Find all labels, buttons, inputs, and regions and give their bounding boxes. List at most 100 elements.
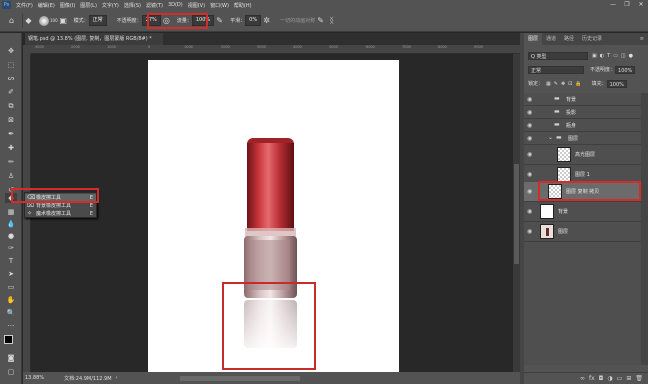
menu-filter[interactable]: 滤镜(T) bbox=[146, 2, 163, 9]
menu-view[interactable]: 视图(V) bbox=[188, 2, 205, 9]
move-tool-icon[interactable]: ✥ bbox=[5, 46, 17, 56]
fill-field[interactable]: 100% bbox=[606, 79, 627, 88]
panel-menu-icon[interactable]: ≡ bbox=[636, 33, 648, 45]
marquee-tool-icon[interactable]: ⬚ bbox=[5, 60, 17, 70]
vertical-scrollbar[interactable] bbox=[513, 54, 520, 372]
layer-filter-select[interactable]: Q 类型 bbox=[528, 51, 588, 60]
minimize-button[interactable]: — bbox=[606, 0, 620, 10]
layer-row[interactable]: ◉ ▬ 瓶身 bbox=[524, 119, 641, 132]
type-tool-icon[interactable]: T bbox=[5, 256, 17, 266]
fx-icon[interactable]: fx bbox=[589, 375, 595, 382]
filter-pixel-icon[interactable]: ▣ bbox=[592, 53, 597, 59]
blend-mode-select[interactable]: 正常 bbox=[528, 65, 584, 74]
stamp-tool-icon[interactable]: ♙ bbox=[5, 171, 17, 181]
crop-tool-icon[interactable]: ⧉ bbox=[5, 101, 17, 111]
scroll-thumb[interactable] bbox=[514, 164, 519, 264]
chevron-down-icon[interactable]: ⌄ bbox=[548, 134, 553, 141]
gear-icon[interactable]: ✲ bbox=[261, 15, 272, 26]
menu-layer[interactable]: 图层(L) bbox=[80, 2, 97, 9]
home-icon[interactable]: ⌂ bbox=[6, 15, 17, 26]
screen-mode-icon[interactable]: ▢ bbox=[5, 367, 17, 377]
new-layer-icon[interactable]: ⊞ bbox=[626, 375, 631, 382]
foreground-color-swatch[interactable] bbox=[4, 335, 13, 344]
add-mask-icon[interactable]: ◘ bbox=[599, 375, 604, 382]
panel-opacity-field[interactable]: 100% bbox=[615, 65, 636, 74]
pressure-size-icon[interactable]: ✎ bbox=[315, 15, 326, 26]
smoothing-field[interactable]: 0% bbox=[245, 15, 262, 26]
shape-tool-icon[interactable]: ▭ bbox=[5, 282, 17, 292]
mode-select[interactable]: 正常 bbox=[88, 15, 107, 26]
hand-tool-icon[interactable]: ✋ bbox=[5, 295, 17, 305]
eraser-tool-preset-icon[interactable]: ◆ bbox=[23, 15, 34, 26]
layer-group-row[interactable]: ◉ ⌄ ▬ 图层 bbox=[524, 132, 641, 145]
layer-row[interactable]: ◉ 背景 bbox=[524, 202, 641, 222]
visibility-eye-icon[interactable]: ◉ bbox=[527, 188, 535, 196]
visibility-eye-icon[interactable]: ◉ bbox=[527, 135, 535, 143]
eyedropper-tool-icon[interactable]: ✒ bbox=[5, 129, 17, 139]
link-layers-icon[interactable]: ∞ bbox=[580, 375, 585, 382]
visibility-eye-icon[interactable]: ◉ bbox=[527, 122, 535, 130]
status-arrow-icon[interactable]: › bbox=[116, 375, 118, 381]
zoom-tool-icon[interactable]: 🔍 bbox=[5, 308, 17, 318]
flyout-item-magic-eraser[interactable]: ✧ 魔术橡皮擦工具 E bbox=[25, 210, 96, 218]
trash-icon[interactable]: 🗑 bbox=[635, 375, 643, 382]
zoom-level[interactable]: 13.88% bbox=[25, 375, 44, 381]
menu-type[interactable]: 文字(Y) bbox=[102, 2, 119, 9]
gradient-tool-icon[interactable]: ▦ bbox=[5, 207, 17, 217]
visibility-eye-icon[interactable]: ◉ bbox=[527, 151, 535, 159]
visibility-eye-icon[interactable]: ◉ bbox=[527, 96, 535, 104]
butterfly-icon[interactable]: ᛝ bbox=[326, 15, 337, 26]
pen-tool-icon[interactable]: ✑ bbox=[5, 243, 17, 253]
menu-help[interactable]: 帮助(H) bbox=[234, 2, 252, 9]
lock-pixels-icon[interactable]: ▦ bbox=[546, 81, 551, 87]
brush-tool-icon[interactable]: ✏ bbox=[5, 157, 17, 167]
lock-artboard-icon[interactable]: ⊡ bbox=[568, 81, 572, 87]
layers-scrollbar[interactable] bbox=[641, 93, 648, 365]
close-button[interactable]: ✕ bbox=[634, 0, 648, 10]
path-select-tool-icon[interactable]: ➤ bbox=[5, 269, 17, 279]
visibility-eye-icon[interactable]: ◉ bbox=[527, 228, 535, 236]
visibility-eye-icon[interactable]: ◉ bbox=[527, 109, 535, 117]
lock-all-icon[interactable]: 🔒 bbox=[575, 81, 581, 87]
more-tools-icon[interactable]: ··· bbox=[5, 321, 17, 331]
filter-smart-icon[interactable]: ◫ bbox=[621, 53, 626, 59]
menu-select[interactable]: 选择(S) bbox=[124, 2, 141, 9]
tab-paths[interactable]: 路径 bbox=[560, 33, 578, 45]
lock-paint-icon[interactable]: ✎ bbox=[554, 81, 558, 87]
filter-toggle-icon[interactable]: ● bbox=[629, 53, 633, 59]
blur-tool-icon[interactable]: 💧 bbox=[5, 219, 17, 229]
layer-row[interactable]: ◉ ▬ 投影 bbox=[524, 106, 641, 119]
menu-3d[interactable]: 3D(D) bbox=[168, 2, 183, 8]
healing-tool-icon[interactable]: ✚ bbox=[5, 143, 17, 153]
lock-position-icon[interactable]: ✥ bbox=[561, 81, 565, 87]
new-group-icon[interactable]: ▭ bbox=[617, 375, 623, 382]
flyout-item-background-eraser[interactable]: ⌧ 背景橡皮擦工具 E bbox=[25, 202, 96, 210]
menu-file[interactable]: 文件(F) bbox=[16, 2, 33, 9]
visibility-eye-icon[interactable]: ◉ bbox=[527, 208, 535, 216]
dodge-tool-icon[interactable]: ● bbox=[5, 231, 17, 241]
filter-shape-icon[interactable]: ▭ bbox=[613, 53, 618, 59]
layer-row[interactable]: ◉ ▬ 背景 bbox=[524, 93, 641, 106]
maximize-button[interactable]: ❐ bbox=[620, 0, 634, 10]
airbrush-icon[interactable]: ✎ bbox=[214, 15, 225, 26]
brush-size-picker[interactable]: 100 bbox=[39, 14, 58, 27]
menu-image[interactable]: 图像(I) bbox=[60, 2, 75, 9]
menu-edit[interactable]: 编辑(E) bbox=[38, 2, 55, 9]
adjustment-layer-icon[interactable]: ◑ bbox=[607, 375, 612, 382]
brush-panel-icon[interactable]: ▣ bbox=[58, 15, 69, 26]
visibility-eye-icon[interactable]: ◉ bbox=[527, 171, 535, 179]
filter-adjust-icon[interactable]: ◐ bbox=[600, 53, 604, 59]
menu-window[interactable]: 窗口(W) bbox=[210, 2, 229, 9]
document-tab[interactable]: 钢笔.psd @ 13.8% (图层, 复制，图层蒙版 RGB/8#) * bbox=[25, 33, 163, 45]
filter-type-icon[interactable]: T bbox=[607, 53, 610, 59]
tab-layers[interactable]: 图层 bbox=[524, 33, 543, 45]
quick-mask-icon[interactable]: ◙ bbox=[5, 353, 17, 363]
lasso-tool-icon[interactable]: ᔕ bbox=[5, 73, 17, 83]
quick-select-tool-icon[interactable]: ✐ bbox=[5, 87, 17, 97]
frame-tool-icon[interactable]: ⊠ bbox=[5, 115, 17, 125]
layer-row[interactable]: ◉ 图层 bbox=[524, 222, 641, 242]
layer-row[interactable]: ◉ 高光图层 bbox=[524, 145, 641, 165]
tab-history[interactable]: 历史记录 bbox=[578, 33, 606, 45]
horizontal-scrollbar[interactable] bbox=[180, 376, 300, 381]
tab-channels[interactable]: 通道 bbox=[542, 33, 560, 45]
